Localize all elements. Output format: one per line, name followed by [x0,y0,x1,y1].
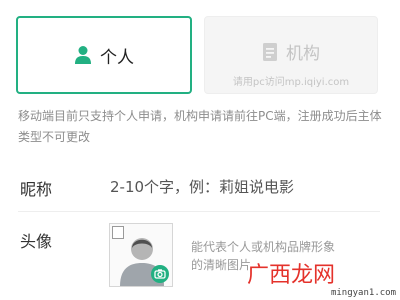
avatar-upload[interactable] [109,223,173,287]
account-type-personal-card[interactable]: 个人 [16,16,192,94]
divider [18,211,380,212]
broken-image-icon [112,226,124,239]
nickname-label: 昵称 [20,180,53,199]
user-icon [75,46,91,64]
personal-label: 个人 [100,47,134,68]
organization-label: 机构 [286,44,320,64]
organization-note: 请用pc访问mp.iqiyi.com [232,77,350,88]
nickname-input[interactable]: 2-10个字，例：莉姐说电影 [110,176,294,197]
avatar-label: 头像 [20,232,53,251]
camera-icon[interactable] [151,265,169,283]
account-type-organization-card[interactable]: 机构 请用pc访问mp.iqiyi.com [204,16,378,94]
watermark-logo: 广西龙网 [247,263,336,288]
registration-notice: 移动端目前只支持个人申请，机构申请请前往PC端，注册成功后主体类型不可更改 [18,109,382,144]
document-icon [263,42,277,61]
watermark-url: mingyan1.com [330,288,396,298]
